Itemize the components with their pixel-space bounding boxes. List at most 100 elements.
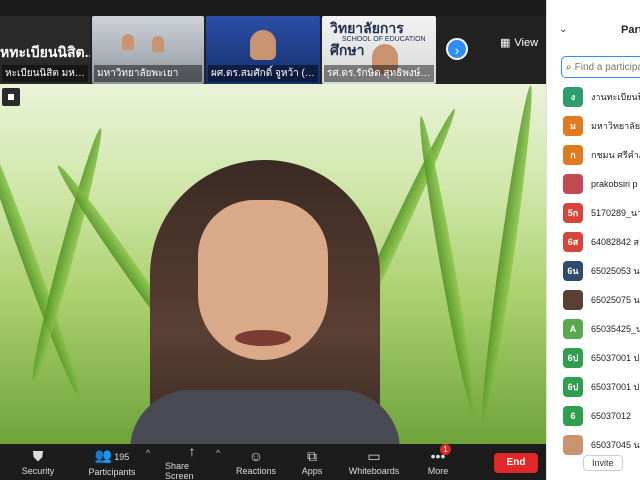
participant-row[interactable]: ม มหาวิทยาลัยพ bbox=[547, 111, 640, 140]
reactions-button[interactable]: ☺ Reactions bbox=[234, 444, 278, 480]
panel-header: ⌄ Parti bbox=[547, 22, 640, 42]
participant-name: 65037001 ป bbox=[591, 352, 640, 363]
participant-search[interactable]: ⌕ bbox=[561, 56, 640, 78]
speaker bbox=[110, 160, 410, 444]
search-input[interactable] bbox=[574, 61, 640, 73]
participant-figure bbox=[122, 34, 134, 50]
participant-name: งานทะเบียนนิสิ bbox=[591, 91, 640, 102]
participant-name: 65025075 น bbox=[591, 294, 640, 305]
participants-panel: ⌄ Parti ⌕ ง งานทะเบียนนิสิม มหาวิทยาลัยพกก… bbox=[546, 0, 640, 480]
participant-figure bbox=[152, 36, 164, 52]
view-button[interactable]: ▦ View bbox=[500, 36, 539, 50]
participant-name: 65037001 ป bbox=[591, 381, 640, 392]
gallery-strip: หทะเบียนนิสิต... หะเบียนนิสิต มหาวิทยา ม… bbox=[0, 16, 546, 84]
participant-row[interactable]: 6น 65025053 น bbox=[547, 256, 640, 285]
participant-headshot bbox=[250, 30, 276, 60]
avatar: 6ป bbox=[563, 376, 583, 397]
thumbnail-2[interactable]: มหาวิทยาลัยพะเยา bbox=[92, 16, 204, 84]
participant-name: 64082842 ส bbox=[591, 236, 640, 247]
smiley-icon: ☺ bbox=[248, 448, 264, 464]
apps-icon: ⧉ bbox=[307, 448, 317, 464]
participant-row[interactable]: 6ป 65037001 ป bbox=[547, 343, 640, 372]
participant-name: 65025053 น bbox=[591, 265, 640, 276]
whiteboards-label: Whiteboards bbox=[348, 466, 400, 476]
participant-row[interactable]: 6ป 65037001 ป bbox=[547, 372, 640, 401]
participants-count: 195 bbox=[114, 452, 130, 462]
next-page-button[interactable]: › bbox=[446, 38, 468, 60]
chevron-down-icon[interactable]: ⌄ bbox=[559, 24, 567, 35]
security-button[interactable]: ⛊ Security bbox=[18, 444, 58, 480]
participant-row[interactable]: 6ส 64082842 ส bbox=[547, 227, 640, 256]
participant-name: prakobsiri p bbox=[591, 178, 638, 189]
participant-row[interactable]: 6 65037012 bbox=[547, 401, 640, 430]
thumbnail-label: มหาวิทยาลัยพะเยา bbox=[94, 65, 202, 82]
people-icon: 👥 195 bbox=[94, 447, 130, 463]
participant-name: กชมน ศรีคำภ bbox=[591, 149, 640, 160]
participants-button[interactable]: 👥 195 Participants bbox=[86, 444, 138, 480]
school-sign-sub: SCHOOL OF EDUCATION bbox=[342, 36, 426, 43]
zoom-meeting-window: หทะเบียนนิสิต... หะเบียนนิสิต มหาวิทยา ม… bbox=[0, 0, 640, 480]
whiteboard-icon: ▭ bbox=[367, 448, 381, 464]
avatar: 6 bbox=[563, 405, 583, 426]
thumbnail-label: หะเบียนนิสิต มหาวิทยา bbox=[2, 65, 88, 82]
thumbnail-label: ผศ.ดร.สมศักดิ์ จูหว้า (สาธา... bbox=[208, 65, 318, 82]
participant-name: 65037012 bbox=[591, 410, 632, 421]
main-video-area: หทะเบียนนิสิต... หะเบียนนิสิต มหาวิทยา ม… bbox=[0, 0, 546, 444]
participant-row[interactable]: prakobsiri p bbox=[547, 169, 640, 198]
participant-row[interactable]: ง งานทะเบียนนิสิ bbox=[547, 82, 640, 111]
end-meeting-button[interactable]: End bbox=[494, 453, 538, 473]
thumbnail-3[interactable]: ผศ.ดร.สมศักดิ์ จูหว้า (สาธา... bbox=[206, 16, 320, 84]
panel-title: Parti bbox=[621, 24, 640, 36]
apps-button[interactable]: ⧉ Apps bbox=[296, 444, 328, 480]
meeting-toolbar: ⛊ Security 👥 195 Participants ^ ↑ Share S… bbox=[0, 443, 546, 480]
speaker-video bbox=[0, 84, 546, 444]
chevron-up-icon[interactable]: ^ bbox=[146, 448, 150, 458]
security-label: Security bbox=[21, 466, 55, 476]
participant-row[interactable]: 5ก 5170289_นา bbox=[547, 198, 640, 227]
thumbnail-4[interactable]: วิทยาลัยการศึกษา SCHOOL OF EDUCATION รศ.… bbox=[322, 16, 436, 84]
avatar bbox=[563, 434, 583, 455]
share-label: Share Screen bbox=[165, 461, 194, 480]
speaker-shirt bbox=[130, 390, 400, 444]
grass-blade bbox=[26, 126, 108, 382]
participant-row[interactable]: A 65035425_น bbox=[547, 314, 640, 343]
avatar: ม bbox=[563, 115, 583, 136]
reactions-label: Reactions bbox=[235, 466, 277, 476]
participant-name: 5170289_นา bbox=[591, 207, 640, 218]
shield-icon: ⛊ bbox=[32, 448, 44, 464]
avatar: 5ก bbox=[563, 202, 583, 223]
avatar: 6น bbox=[563, 260, 583, 281]
participant-name: 65037045 น bbox=[591, 439, 640, 450]
participant-row[interactable]: 65025075 น bbox=[547, 285, 640, 314]
search-icon: ⌕ bbox=[566, 61, 572, 73]
grass-blade bbox=[414, 115, 480, 413]
participant-name: มหาวิทยาลัยพ bbox=[591, 120, 640, 131]
view-label: View bbox=[514, 36, 539, 49]
grass-blade bbox=[476, 84, 538, 424]
whiteboards-button[interactable]: ▭ Whiteboards bbox=[346, 444, 402, 480]
avatar: 6ส bbox=[563, 231, 583, 252]
thumbnail-name-large: หทะเบียนนิสิต... bbox=[0, 44, 90, 60]
notification-badge: 1 bbox=[440, 444, 451, 455]
invite-button[interactable]: Invite bbox=[583, 455, 623, 471]
avatar: ง bbox=[563, 86, 583, 107]
top-bar bbox=[0, 0, 546, 16]
speaker-mouth bbox=[235, 330, 291, 346]
share-screen-button[interactable]: ↑ Share Screen bbox=[165, 443, 219, 480]
avatar: 6ป bbox=[563, 347, 583, 368]
avatar bbox=[563, 173, 583, 194]
participants-label: Participants bbox=[88, 467, 136, 477]
apps-label: Apps bbox=[301, 466, 323, 476]
more-button[interactable]: ••• 1 More bbox=[422, 444, 454, 480]
participant-list: ง งานทะเบียนนิสิม มหาวิทยาลัยพก กชมน ศรีคำภ… bbox=[547, 82, 640, 459]
grid-icon: ▦ bbox=[500, 37, 511, 49]
more-label: More bbox=[427, 466, 449, 476]
participant-name: 65035425_น bbox=[591, 323, 640, 334]
share-arrow-icon: ↑ bbox=[188, 443, 196, 459]
thumbnail-1[interactable]: หทะเบียนนิสิต... หะเบียนนิสิต มหาวิทยา bbox=[0, 16, 90, 84]
chevron-up-icon[interactable]: ^ bbox=[216, 448, 220, 458]
stop-video-icon[interactable] bbox=[2, 88, 20, 106]
participant-row[interactable]: ก กชมน ศรีคำภ bbox=[547, 140, 640, 169]
avatar: A bbox=[563, 318, 583, 339]
avatar bbox=[563, 289, 583, 310]
